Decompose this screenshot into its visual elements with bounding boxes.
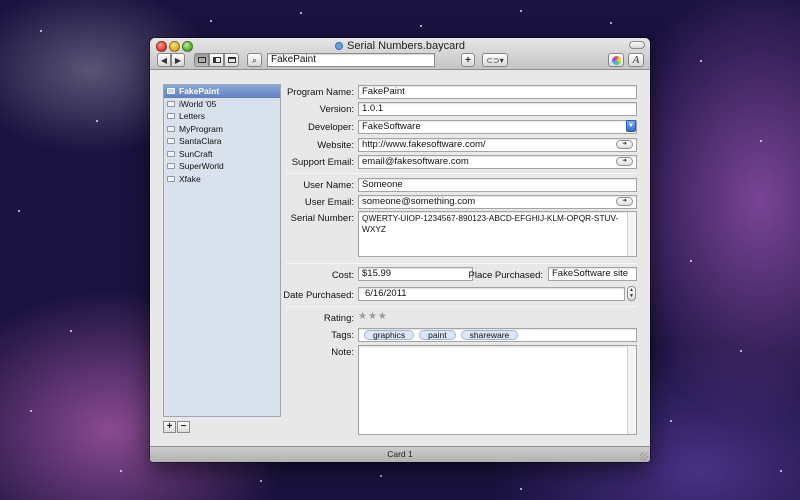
split-view-icon <box>212 57 221 63</box>
card-icon <box>167 175 175 182</box>
version-label: Version: <box>319 104 354 115</box>
note-field[interactable] <box>358 345 637 435</box>
version-field[interactable]: 1.0.1 <box>358 102 637 116</box>
sidebar-item-label: SuperWorld <box>179 161 224 172</box>
resize-grip[interactable] <box>640 452 648 460</box>
support-email-label: Support Email: <box>291 157 354 168</box>
app-window: Serial Numbers.baycard ◀ ▶ ⌕ FakePaint +… <box>150 38 650 462</box>
card-view-button[interactable] <box>194 53 209 67</box>
arrow-icon: ➜ <box>621 158 628 164</box>
tags-field[interactable]: graphics paint shareware <box>358 328 637 342</box>
tag-token[interactable]: paint <box>419 330 456 340</box>
date-stepper[interactable]: ▲ ▼ <box>627 286 636 301</box>
card-list-sidebar: FakePaint iWorld '05 Letters MyProgram S… <box>163 84 281 417</box>
card-icon <box>167 88 175 95</box>
sidebar-item-label: FakePaint <box>179 86 220 97</box>
card-icon <box>167 150 175 157</box>
window-title-text: Serial Numbers.baycard <box>347 40 465 52</box>
section-divider <box>286 173 637 174</box>
website-field[interactable]: http://www.fakesoftware.com/ <box>358 138 637 152</box>
colors-button[interactable] <box>608 53 624 67</box>
toolbar-toggle-button[interactable] <box>629 41 645 49</box>
date-purchased-label: Date Purchased: <box>283 290 354 301</box>
search-icon: ⌕ <box>251 54 258 65</box>
color-wheel-icon <box>611 55 621 65</box>
status-bar: Card 1 <box>150 446 650 462</box>
card-count-text: Card 1 <box>387 449 413 459</box>
sidebar-item-label: SantaClara <box>179 136 222 147</box>
developer-dropdown-button[interactable]: ▼ <box>626 120 636 132</box>
forward-button[interactable]: ▶ <box>171 53 185 67</box>
sidebar-item-label: MyProgram <box>179 123 223 134</box>
arrow-icon: ➜ <box>621 198 628 204</box>
search-input[interactable]: FakePaint <box>267 53 435 67</box>
card-view-icon <box>197 57 206 63</box>
card-icon <box>167 138 175 145</box>
serial-number-label: Serial Number: <box>290 213 354 224</box>
developer-label: Developer: <box>308 122 354 133</box>
user-email-label: User Email: <box>304 197 354 208</box>
list-view-button[interactable] <box>224 53 239 67</box>
search-button[interactable]: ⌕ <box>247 53 262 67</box>
remove-item-button[interactable]: − <box>177 421 190 433</box>
support-email-field[interactable]: email@fakesoftware.com <box>358 155 637 169</box>
program-name-label: Program Name: <box>286 87 354 98</box>
stepper-arrows-icon: ▲ ▼ <box>629 287 634 299</box>
card-icon <box>167 163 175 170</box>
send-user-email-button[interactable]: ➜ <box>616 197 633 206</box>
tag-token[interactable]: shareware <box>460 330 519 340</box>
user-name-label: User Name: <box>303 180 354 191</box>
arrow-icon: ➜ <box>621 141 628 147</box>
sidebar-item-label: SunCraft <box>179 148 213 159</box>
cost-label: Cost: <box>331 270 354 281</box>
chevron-down-icon: ▼ <box>628 123 634 129</box>
user-email-field[interactable]: someone@something.com <box>358 195 637 209</box>
place-purchased-label: Place Purchased: <box>468 270 543 281</box>
window-title: Serial Numbers.baycard <box>150 40 650 52</box>
section-divider <box>286 263 637 264</box>
note-scrollbar[interactable] <box>627 346 636 434</box>
open-website-button[interactable]: ➜ <box>616 140 633 149</box>
send-support-email-button[interactable]: ➜ <box>616 157 633 166</box>
section-divider <box>286 306 637 307</box>
add-item-button[interactable]: + <box>163 421 176 433</box>
card-icon <box>167 125 175 132</box>
website-label: Website: <box>317 140 354 151</box>
serial-scrollbar[interactable] <box>627 212 636 256</box>
date-purchased-field[interactable]: 6/16/2011 <box>358 287 625 301</box>
rating-stars[interactable]: ★★★ <box>358 311 388 322</box>
card-icon <box>167 113 175 120</box>
document-icon <box>335 42 343 50</box>
sidebar-item-label: iWorld '05 <box>179 98 217 109</box>
user-name-field[interactable]: Someone <box>358 178 637 192</box>
split-view-button[interactable] <box>209 53 224 67</box>
program-name-field[interactable]: FakePaint <box>358 85 637 99</box>
card-icon <box>167 100 175 107</box>
fonts-button[interactable]: A <box>628 53 644 67</box>
action-menu-button[interactable]: ⊂⊃▾ <box>482 53 508 67</box>
developer-combobox[interactable]: FakeSoftware <box>358 120 637 134</box>
serial-number-field[interactable]: QWERTY-UIOP-1234567-890123-ABCD-EFGHIJ-K… <box>358 211 637 257</box>
link-icon: ⊂⊃▾ <box>486 55 504 65</box>
title-toolbar: Serial Numbers.baycard ◀ ▶ ⌕ FakePaint +… <box>150 38 650 70</box>
tags-label: Tags: <box>331 330 354 341</box>
tag-token[interactable]: graphics <box>364 330 415 340</box>
note-label: Note: <box>331 347 354 358</box>
sidebar-item-label: Letters <box>179 111 205 122</box>
back-button[interactable]: ◀ <box>157 53 171 67</box>
rating-label: Rating: <box>323 313 354 324</box>
font-icon: A <box>632 54 640 66</box>
place-purchased-field[interactable]: FakeSoftware site <box>548 267 637 281</box>
add-card-button[interactable]: + <box>461 53 475 67</box>
list-view-icon <box>227 57 236 63</box>
sidebar-item-label: Xfake <box>179 173 201 184</box>
